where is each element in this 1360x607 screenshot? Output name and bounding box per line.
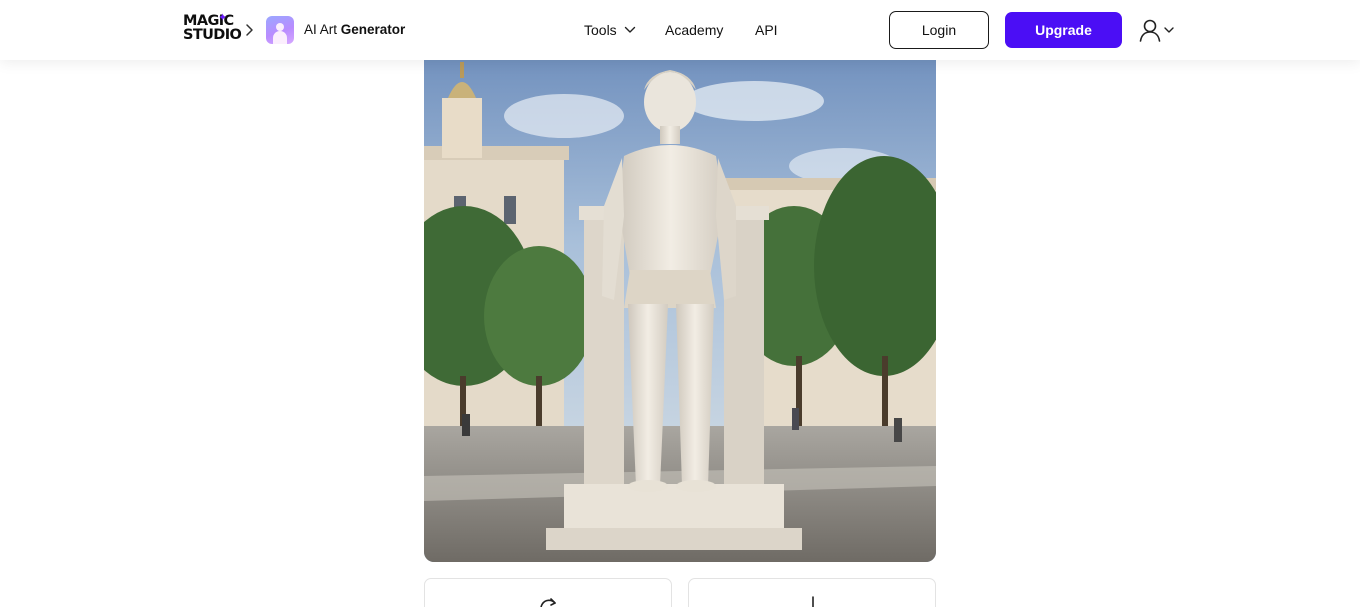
chevron-down-icon	[624, 26, 635, 33]
nav-tools-label: Tools	[584, 22, 617, 38]
chevron-down-icon	[1164, 27, 1174, 33]
logo-line-1: MAGIC	[183, 13, 234, 29]
generated-art-image[interactable]	[424, 46, 936, 562]
download-button[interactable]	[688, 578, 936, 607]
logo-line-2: STUDIO	[183, 27, 242, 43]
nav-tools-dropdown[interactable]: Tools	[584, 22, 636, 38]
user-icon	[1139, 19, 1161, 42]
sparkle-icon: ✦	[218, 11, 227, 24]
app-title-bold: Generator	[340, 22, 406, 37]
statue-scene	[424, 46, 936, 562]
nav-academy-link[interactable]: Academy	[665, 22, 723, 38]
regenerate-button[interactable]	[424, 578, 672, 607]
app-title[interactable]: AI Art Generator	[304, 22, 405, 37]
portrait-body-shape	[273, 31, 287, 44]
refresh-icon	[540, 598, 556, 607]
user-account-menu[interactable]	[1139, 18, 1177, 44]
login-button[interactable]: Login	[889, 11, 989, 49]
nav-api-link[interactable]: API	[755, 22, 778, 38]
chevron-right-icon	[246, 24, 253, 36]
upgrade-button[interactable]: Upgrade	[1005, 12, 1122, 48]
portrait-head-shape	[276, 23, 284, 31]
ai-art-generator-app-icon[interactable]	[266, 16, 294, 44]
magic-studio-logo[interactable]: MAGIC STUDIO ✦	[183, 11, 242, 46]
app-title-light: AI Art	[304, 22, 341, 37]
top-nav-bar: MAGIC STUDIO ✦ AI Art Generator Tools Ac…	[0, 0, 1360, 60]
download-icon	[812, 596, 814, 607]
